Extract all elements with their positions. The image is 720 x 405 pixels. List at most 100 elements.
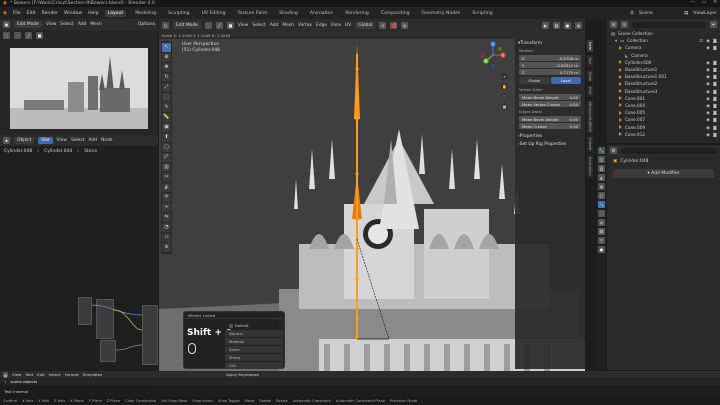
close-button[interactable]: ✕ xyxy=(713,0,717,5)
sidebar-tab-create[interactable]: Create xyxy=(587,136,593,153)
edge-bevel-field[interactable]: Mean Bevel Weight 0.00 xyxy=(519,116,581,122)
checkbox-icon[interactable] xyxy=(229,323,233,328)
filter-icon[interactable]: ⚲ xyxy=(621,21,628,28)
scene-tab-icon[interactable]: ◭ xyxy=(598,174,605,181)
outliner-row[interactable]: BaseStructure3 ◉ ◙ xyxy=(607,88,720,95)
delimit-normal[interactable]: Normal xyxy=(225,330,283,337)
bevel-tool-icon[interactable]: ◸ xyxy=(162,153,171,162)
tab-uv-editing[interactable]: UV Editing xyxy=(199,10,229,17)
minimize-button[interactable]: — xyxy=(690,0,695,5)
blender-menu-icon[interactable]: ◉ xyxy=(3,11,7,16)
shrink-tool-icon[interactable]: ◔ xyxy=(162,223,171,232)
tool-tab-icon[interactable]: 🔧 xyxy=(598,147,605,154)
camera-icon[interactable]: ◙ xyxy=(713,103,717,108)
maximize-button[interactable]: ☐ xyxy=(702,0,706,5)
outliner-row[interactable]: Cone.012 ◉ ◙ xyxy=(607,131,720,138)
sidebar-tab-item[interactable]: Item xyxy=(587,40,593,53)
vp-menu-add[interactable]: Add xyxy=(270,23,279,28)
eye-icon[interactable]: ◉ xyxy=(706,117,710,122)
eye-icon[interactable]: ◉ xyxy=(706,103,710,108)
menu-edit[interactable]: Edit xyxy=(27,11,36,16)
sidebar-tab-edit[interactable]: Edit xyxy=(587,85,593,97)
eye-icon[interactable]: ◉ xyxy=(706,125,710,130)
outliner-row[interactable]: Cone.009 ◉ ◙ xyxy=(607,123,720,130)
spin-tool-icon[interactable]: ⟳ xyxy=(162,193,171,202)
global-toggle[interactable]: Global xyxy=(519,77,550,84)
inset-tool-icon[interactable]: ▢ xyxy=(162,143,171,152)
physics-tab-icon[interactable]: ◎ xyxy=(598,219,605,226)
render-tab-icon[interactable]: ◫ xyxy=(598,156,605,163)
data-tab-icon[interactable]: ▽ xyxy=(598,237,605,244)
camera-icon[interactable]: ◙ xyxy=(713,117,717,122)
camera-icon[interactable]: ◙ xyxy=(713,110,717,115)
menu-help[interactable]: Help xyxy=(88,11,98,16)
eye-icon[interactable]: ◉ xyxy=(706,74,710,79)
camera-view-icon[interactable]: 🎥 xyxy=(501,93,508,100)
shear-tool-icon[interactable]: ▱ xyxy=(162,233,171,242)
output-tab-icon[interactable]: ⎙ xyxy=(598,165,605,172)
move-tool-icon[interactable]: ✥ xyxy=(162,63,171,72)
edge-crease-field[interactable]: Mean Crease 0.00 xyxy=(519,123,581,129)
local-toggle[interactable]: Local xyxy=(550,77,581,84)
navigation-gizmo[interactable]: X Z Y xyxy=(479,41,507,69)
orientation-dropdown[interactable]: Global xyxy=(355,21,376,29)
smooth-tool-icon[interactable]: ≈ xyxy=(162,203,171,212)
scale-tool-icon[interactable]: ⤢ xyxy=(162,83,171,92)
median-x-field[interactable]: X -0.9706 m xyxy=(519,55,581,61)
pivot-icon[interactable]: ⊙ xyxy=(379,21,387,29)
face-select-icon[interactable]: ■ xyxy=(36,31,43,39)
image-options[interactable]: Options xyxy=(138,22,155,27)
vertex-bevel-field[interactable]: Mean Bevel Weight 0.00 xyxy=(519,94,581,100)
vertex-select-icon[interactable]: · xyxy=(14,31,21,39)
vp-menu-select[interactable]: Select xyxy=(252,23,266,28)
eye-icon[interactable]: ◉ xyxy=(706,67,710,72)
add-modifier-button[interactable]: ▾ Add Modifier xyxy=(613,169,714,178)
outliner-row[interactable]: BaseStructure1.001 ◉ ◙ xyxy=(607,73,720,80)
rip-tool-icon[interactable]: ⋔ xyxy=(162,243,171,252)
delimit-seam[interactable]: Seam xyxy=(225,346,283,353)
eye-icon[interactable]: ◉ xyxy=(706,89,710,94)
eye-icon[interactable]: ◉ xyxy=(706,38,710,43)
vp-menu-mesh[interactable]: Mesh xyxy=(282,23,294,28)
vp-menu-vertex[interactable]: Vertex xyxy=(298,23,312,28)
editor-type-icon[interactable]: ▣ xyxy=(3,21,10,28)
properties-header[interactable]: › Properties xyxy=(515,132,585,140)
camera-icon[interactable]: ◙ xyxy=(713,125,717,130)
vp-menu-edge[interactable]: Edge xyxy=(316,23,327,28)
pan-hand-icon[interactable]: ✋ xyxy=(501,83,508,90)
outliner-row[interactable]: ▤ Scene Collection xyxy=(607,30,720,37)
tab-rendering[interactable]: Rendering xyxy=(342,10,371,17)
image-menu-add[interactable]: Add xyxy=(78,22,87,27)
text-menu-select[interactable]: Select xyxy=(49,372,61,377)
constraints-tab-icon[interactable]: ⛓ xyxy=(598,228,605,235)
camera-icon[interactable]: ◙ xyxy=(713,132,717,137)
camera-icon[interactable]: ◙ xyxy=(713,96,717,101)
outliner-row[interactable]: Cone.001 ◉ ◙ xyxy=(607,95,720,102)
xray-icon[interactable]: ▨ xyxy=(553,21,560,29)
transform-header[interactable]: ▾ Transform xyxy=(515,39,585,47)
edge-slide-tool-icon[interactable]: ⇋ xyxy=(162,213,171,222)
modifier-tab-icon[interactable]: 🔧 xyxy=(598,201,605,208)
tab-texture-paint[interactable]: Texture Paint xyxy=(235,10,271,17)
vp-menu-view[interactable]: View xyxy=(238,23,248,28)
eye-icon[interactable]: ◉ xyxy=(706,60,710,65)
tab-modeling[interactable]: Modeling xyxy=(132,10,159,17)
menu-file[interactable]: File xyxy=(13,11,21,16)
camera-icon[interactable]: ◙ xyxy=(713,60,717,65)
image-menu-mesh[interactable]: Mesh xyxy=(90,22,102,27)
apply-keyshapes-label[interactable]: Apply Keyshapes xyxy=(226,372,259,377)
code-line[interactable]: 1 scene.objects xyxy=(0,378,720,385)
eye-icon[interactable]: ◉ xyxy=(706,96,710,101)
cursor-tool-icon[interactable]: ⊕ xyxy=(162,53,171,62)
material-tab-icon[interactable]: ● xyxy=(598,246,605,253)
image-menu-select[interactable]: Select xyxy=(60,22,74,27)
menu-render[interactable]: Render xyxy=(42,11,58,16)
world-tab-icon[interactable]: ◍ xyxy=(598,183,605,190)
overlay-icon[interactable]: ◐ xyxy=(542,21,549,29)
outliner-row[interactable]: Cone.007 ◉ ◙ xyxy=(607,116,720,123)
delimit-sharp[interactable]: Sharp xyxy=(225,354,283,361)
eye-icon[interactable]: ◉ xyxy=(706,132,710,137)
vertex-crease-field[interactable]: Mean Vertex Crease 0.00 xyxy=(519,101,581,107)
vp-menu-face[interactable]: Face xyxy=(331,23,341,28)
tab-geometry-nodes[interactable]: Geometry Nodes xyxy=(419,10,464,17)
